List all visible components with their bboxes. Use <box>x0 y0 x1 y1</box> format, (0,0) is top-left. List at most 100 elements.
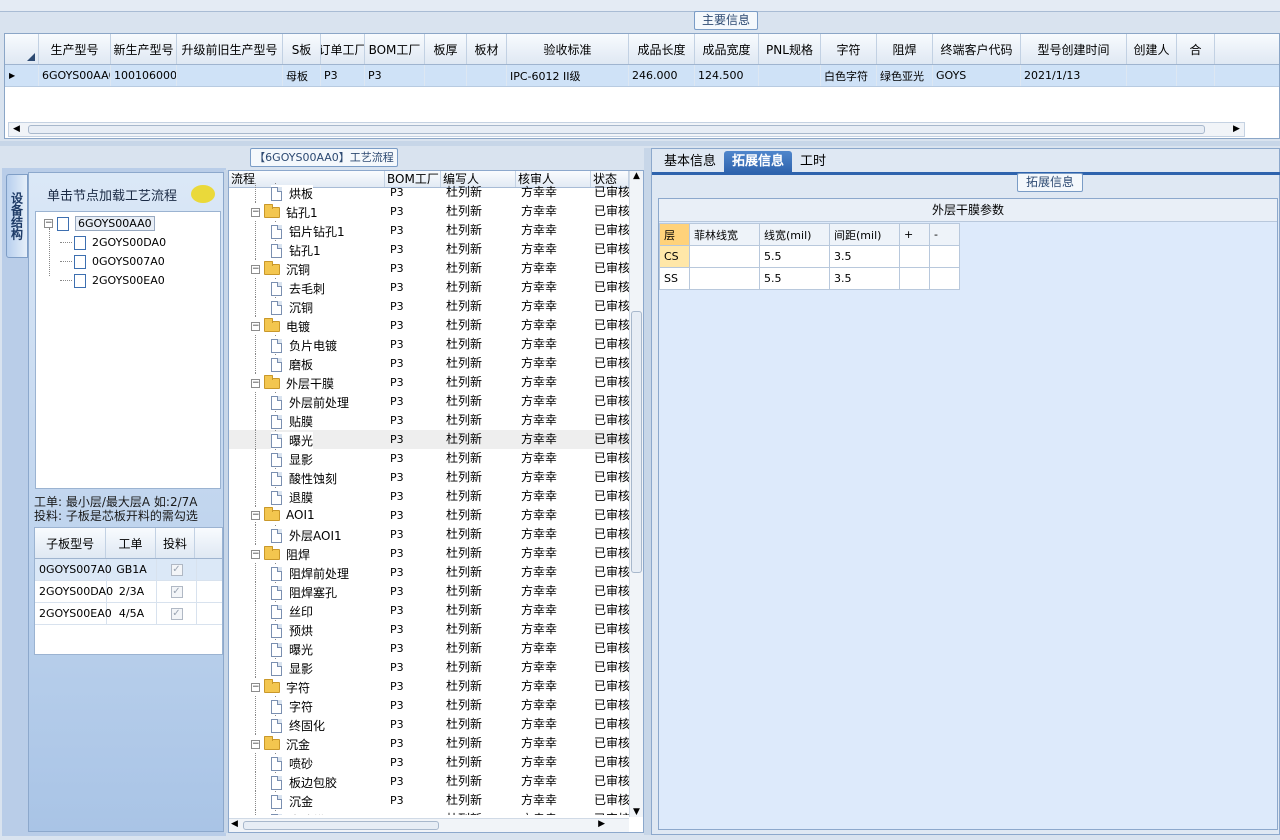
grid-cell[interactable]: 6GOYS00AA0 <box>39 65 111 86</box>
collapse-icon[interactable]: − <box>251 550 260 559</box>
grid-cell[interactable]: 246.000 <box>629 65 695 86</box>
process-row[interactable]: 磨板 P3 杜列新 方幸幸 已审核 <box>229 354 629 373</box>
column-header[interactable]: 终端客户代码 <box>933 34 1021 64</box>
tab-device-structure[interactable]: 设备结构 <box>6 174 28 258</box>
tab-0[interactable]: 基本信息 <box>656 151 724 173</box>
param-cell[interactable]: 3.5 <box>829 245 900 268</box>
process-row[interactable]: 退膜 P3 杜列新 方幸幸 已审核 <box>229 487 629 506</box>
process-name-cell[interactable]: 贴膜 <box>229 411 385 430</box>
process-row[interactable]: 预烘 P3 杜列新 方幸幸 已审核 <box>229 620 629 639</box>
sub-model-cell[interactable]: 0GOYS007A0 <box>35 559 112 580</box>
column-header[interactable]: 新生产型号 <box>111 34 177 64</box>
process-name-cell[interactable]: 终固化 <box>229 715 385 734</box>
process-name-cell[interactable]: 水洗烘干 <box>229 810 385 815</box>
process-row[interactable]: 曝光 P3 杜列新 方幸幸 已审核 <box>229 430 629 449</box>
column-header[interactable]: PNL规格 <box>759 34 821 64</box>
param-cell[interactable] <box>929 245 960 268</box>
param-column-header[interactable]: + <box>899 223 930 246</box>
process-row[interactable]: − 阻焊 P3 杜列新 方幸幸 已审核 <box>229 544 629 563</box>
process-row[interactable]: − 外层干膜 P3 杜列新 方幸幸 已审核 <box>229 373 629 392</box>
process-name-cell[interactable]: 钻孔1 <box>229 240 385 259</box>
param-column-header[interactable]: 层 <box>659 223 690 246</box>
scroll-left-arrow-icon[interactable]: ◀ <box>231 819 238 829</box>
grid-cell[interactable] <box>759 65 821 86</box>
scroll-thumb[interactable] <box>28 125 1205 134</box>
grid-cell[interactable] <box>467 65 507 86</box>
tree-node-child[interactable]: 2GOYS00EA0 <box>60 271 165 290</box>
param-cell[interactable] <box>689 267 760 290</box>
column-header[interactable]: 子板型号 <box>35 528 107 558</box>
process-name-cell[interactable]: − 钻孔1 <box>229 202 385 221</box>
param-cell[interactable]: CS <box>659 245 690 268</box>
process-row[interactable]: 沉铜 P3 杜列新 方幸幸 已审核 <box>229 297 629 316</box>
process-row[interactable]: 显影 P3 杜列新 方幸幸 已审核 <box>229 449 629 468</box>
process-row[interactable]: 喷砂 P3 杜列新 方幸幸 已审核 <box>229 753 629 772</box>
process-name-cell[interactable]: 阻焊塞孔 <box>229 582 385 601</box>
main-grid-row[interactable]: ▶6GOYS00AA010010600091348母板P3P3IPC-6012 … <box>5 65 1279 87</box>
scroll-thumb[interactable] <box>631 311 642 573</box>
column-header[interactable]: 型号创建时间 <box>1021 34 1127 64</box>
process-name-cell[interactable]: 显影 <box>229 658 385 677</box>
tree-node-child[interactable]: 2GOYS00DA0 <box>60 233 166 252</box>
column-header[interactable]: 板厚 <box>425 34 467 64</box>
process-row[interactable]: 贴膜 P3 杜列新 方幸幸 已审核 <box>229 411 629 430</box>
process-name-cell[interactable]: − AOI1 <box>229 506 385 525</box>
grid-cell[interactable]: 母板 <box>283 65 321 86</box>
process-row[interactable]: − 钻孔1 P3 杜列新 方幸幸 已审核 <box>229 202 629 221</box>
param-column-header[interactable]: 线宽(mil) <box>759 223 830 246</box>
feed-checkbox[interactable]: ✓ <box>157 581 197 602</box>
sub-board-table[interactable]: 子板型号 工单 投料 0GOYS007A0 GB1A ✓ 2GOYS00DA0 2/3A ✓ 2… <box>34 527 223 655</box>
process-row[interactable]: − 字符 P3 杜列新 方幸幸 已审核 <box>229 677 629 696</box>
right-splitter[interactable] <box>644 148 651 835</box>
horizontal-splitter[interactable] <box>0 141 1280 146</box>
scroll-right-arrow-icon[interactable]: ▶ <box>598 819 605 829</box>
main-grid-hscroll[interactable]: ◀ ▶ <box>8 122 1245 137</box>
column-header[interactable]: 成品长度 <box>629 34 695 64</box>
column-header[interactable]: BOM工厂 <box>365 34 425 64</box>
column-header[interactable]: 工单 <box>106 528 156 558</box>
process-hscroll[interactable]: ◀ ▶ <box>229 818 629 832</box>
sub-model-cell[interactable]: 2GOYS00EA0 <box>35 603 112 624</box>
grid-cell[interactable] <box>1177 65 1215 86</box>
column-header[interactable]: 升级前旧生产型号 <box>177 34 283 64</box>
collapse-icon[interactable]: − <box>251 379 260 388</box>
grid-cell[interactable]: 2021/1/13 <box>1021 65 1127 86</box>
sub-model-cell[interactable]: 2GOYS00DA0 <box>35 581 113 602</box>
process-name-cell[interactable]: 曝光 <box>229 430 385 449</box>
param-row[interactable]: CS 5.5 3.5 <box>659 245 960 268</box>
column-header[interactable]: 创建人 <box>1127 34 1177 64</box>
table-row[interactable]: 2GOYS00DA0 2/3A ✓ <box>35 581 222 603</box>
feed-checkbox[interactable]: ✓ <box>157 603 197 624</box>
process-row[interactable]: 负片电镀 P3 杜列新 方幸幸 已审核 <box>229 335 629 354</box>
column-header[interactable]: 板材 <box>467 34 507 64</box>
process-row[interactable]: − 电镀 P3 杜列新 方幸幸 已审核 <box>229 316 629 335</box>
collapse-icon[interactable]: − <box>44 219 53 228</box>
tab-1[interactable]: 拓展信息 <box>724 151 793 173</box>
column-header[interactable]: 投料 <box>156 528 196 558</box>
process-name-cell[interactable]: − 外层干膜 <box>229 373 385 392</box>
process-name-cell[interactable]: 字符 <box>229 696 385 715</box>
scroll-up-arrow-icon[interactable]: ▲ <box>630 171 643 183</box>
column-header[interactable]: 字符 <box>821 34 877 64</box>
table-row[interactable]: 0GOYS007A0 GB1A ✓ <box>35 559 222 581</box>
process-row[interactable]: 阻焊塞孔 P3 杜列新 方幸幸 已审核 <box>229 582 629 601</box>
process-row[interactable]: 终固化 P3 杜列新 方幸幸 已审核 <box>229 715 629 734</box>
process-row[interactable]: 水洗烘干 P3杜列新方幸幸已审核 <box>229 810 629 815</box>
process-vscroll[interactable]: ▲ ▼ <box>629 171 643 817</box>
process-name-cell[interactable]: 板边包胶 <box>229 772 385 791</box>
process-name-cell[interactable]: 磨板 <box>229 354 385 373</box>
structure-tree[interactable]: − 6GOYS00AA0 2GOYS00DA0 0GOYS007A0 2GOYS00… <box>35 211 221 489</box>
scroll-down-arrow-icon[interactable]: ▼ <box>630 807 643 817</box>
grid-cell[interactable] <box>177 65 283 86</box>
main-info-grid[interactable]: 生产型号 新生产型号 升级前旧生产型号 S板 订单工厂 BOM工厂 板厚 板材 验收标准 成品长度… <box>4 33 1280 139</box>
process-row[interactable]: − 沉金 P3 杜列新 方幸幸 已审核 <box>229 734 629 753</box>
column-header[interactable]: 订单工厂 <box>321 34 365 64</box>
process-row[interactable]: 烘板 P3 杜列新 方幸幸 已审核 <box>229 183 629 202</box>
process-row[interactable]: 曝光 P3 杜列新 方幸幸 已审核 <box>229 639 629 658</box>
param-cell[interactable] <box>899 267 930 290</box>
param-cell[interactable]: SS <box>659 267 690 290</box>
param-cell[interactable] <box>689 245 760 268</box>
process-name-cell[interactable]: 负片电镀 <box>229 335 385 354</box>
process-row[interactable]: − AOI1 P3 杜列新 方幸幸 已审核 <box>229 506 629 525</box>
process-flow-tree[interactable]: 流程 BOM工厂 编写人 核审人 状态 烘板 P3 杜列新 方幸幸 已审核 − 钻孔1 P3 杜列新 方幸… <box>228 170 644 833</box>
